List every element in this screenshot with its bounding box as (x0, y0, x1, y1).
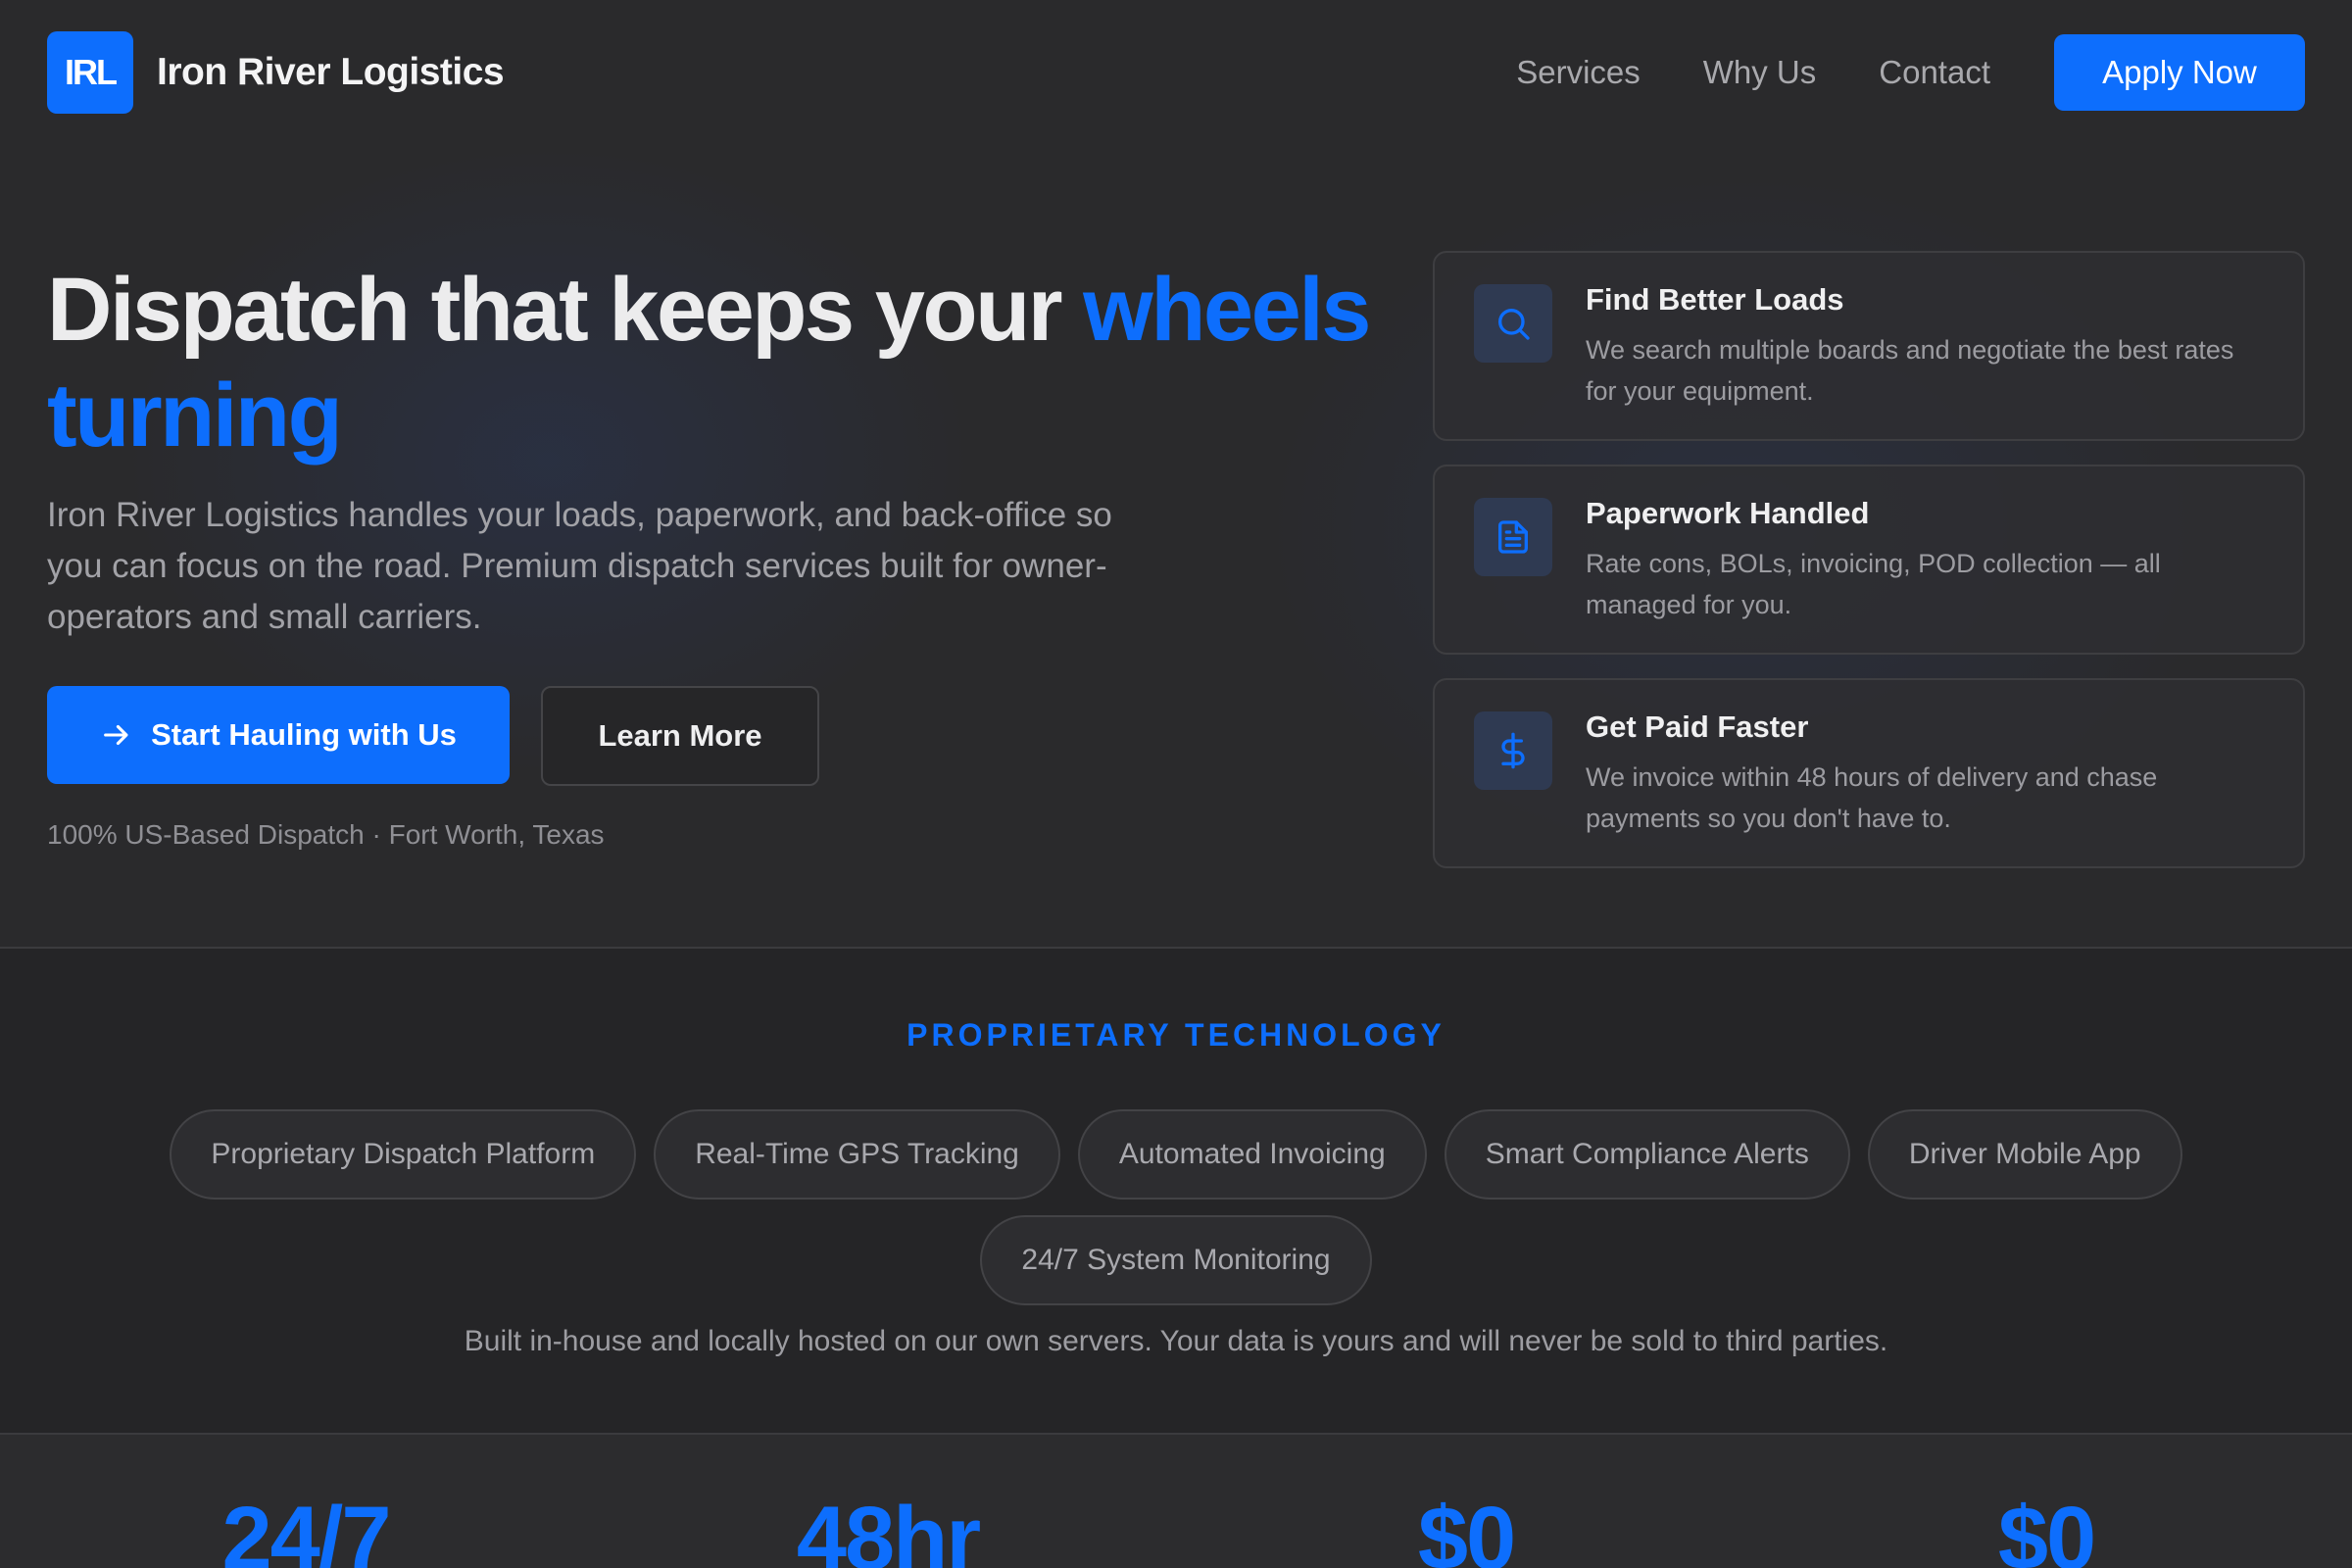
stat-value: $0 (1997, 1489, 2096, 1568)
hero-subtitle: Iron River Logistics handles your loads,… (47, 496, 1112, 636)
nav-link-contact[interactable]: Contact (1879, 54, 1990, 91)
page: IRL Iron River Logistics Services Why Us… (0, 0, 2352, 1568)
learn-more-button[interactable]: Learn More (541, 686, 819, 786)
brand[interactable]: IRL Iron River Logistics (47, 31, 505, 114)
arrow-right-icon (104, 724, 128, 746)
stat-value: 48hr (796, 1489, 981, 1568)
tech-pill: Smart Compliance Alerts (1444, 1109, 1850, 1200)
tech-eyebrow: PROPRIETARY TECHNOLOGY (906, 1017, 1446, 1053)
brand-name[interactable]: Iron River Logistics (157, 51, 505, 94)
hero-title-plain: Dispatch that keeps your (47, 260, 1084, 360)
feature-description: Rate cons, BOLs, invoicing, POD collecti… (1586, 549, 2161, 619)
logo[interactable]: IRL (47, 31, 133, 114)
start-hauling-label: Start Hauling with Us (151, 717, 457, 752)
apply-now-button[interactable]: Apply Now (2054, 34, 2305, 111)
tech-pill: Automated Invoicing (1077, 1109, 1427, 1200)
dollar-icon (1474, 711, 1552, 790)
feature-title: Find Better Loads (1586, 282, 1844, 317)
feature-card-get-paid: Get Paid Faster We invoice within 48 hou… (1433, 678, 2305, 868)
tech-pill-row: 24/7 System Monitoring (0, 1215, 2352, 1305)
nav-link-why-us[interactable]: Why Us (1703, 54, 1817, 91)
hero-title: Dispatch that keeps your wheels turning (47, 257, 1419, 468)
feature-card-find-loads: Find Better Loads We search multiple boa… (1433, 251, 2305, 441)
main-nav: Services Why Us Contact Apply Now (1516, 34, 2305, 111)
document-icon (1474, 498, 1552, 576)
tech-pill-row: Proprietary Dispatch Platform Real-Time … (0, 1109, 2352, 1200)
feature-title: Paperwork Handled (1586, 496, 1870, 530)
nav-link-services[interactable]: Services (1516, 54, 1641, 91)
tech-pill: 24/7 System Monitoring (980, 1215, 1372, 1305)
feature-description: We invoice within 48 hours of delivery a… (1586, 762, 2158, 833)
stat-value: $0 (1417, 1489, 1516, 1568)
tech-pill: Real-Time GPS Tracking (654, 1109, 1060, 1200)
hero-location-note: 100% US-Based Dispatch · Fort Worth, Tex… (47, 819, 605, 850)
feature-description: We search multiple boards and negotiate … (1586, 335, 2234, 406)
start-hauling-button[interactable]: Start Hauling with Us (47, 686, 510, 784)
site-header: IRL Iron River Logistics Services Why Us… (0, 0, 2352, 145)
tech-pill: Proprietary Dispatch Platform (170, 1109, 637, 1200)
feature-title: Get Paid Faster (1586, 710, 1809, 744)
stat-value: 24/7 (221, 1489, 391, 1568)
feature-cards: Find Better Loads We search multiple boa… (1433, 251, 2305, 892)
feature-card-paperwork: Paperwork Handled Rate cons, BOLs, invoi… (1433, 465, 2305, 655)
tech-note: Built in-house and locally hosted on our… (464, 1325, 1888, 1357)
hero-actions: Start Hauling with Us Learn More (47, 686, 819, 786)
search-icon (1474, 284, 1552, 363)
tech-pill: Driver Mobile App (1867, 1109, 2182, 1200)
